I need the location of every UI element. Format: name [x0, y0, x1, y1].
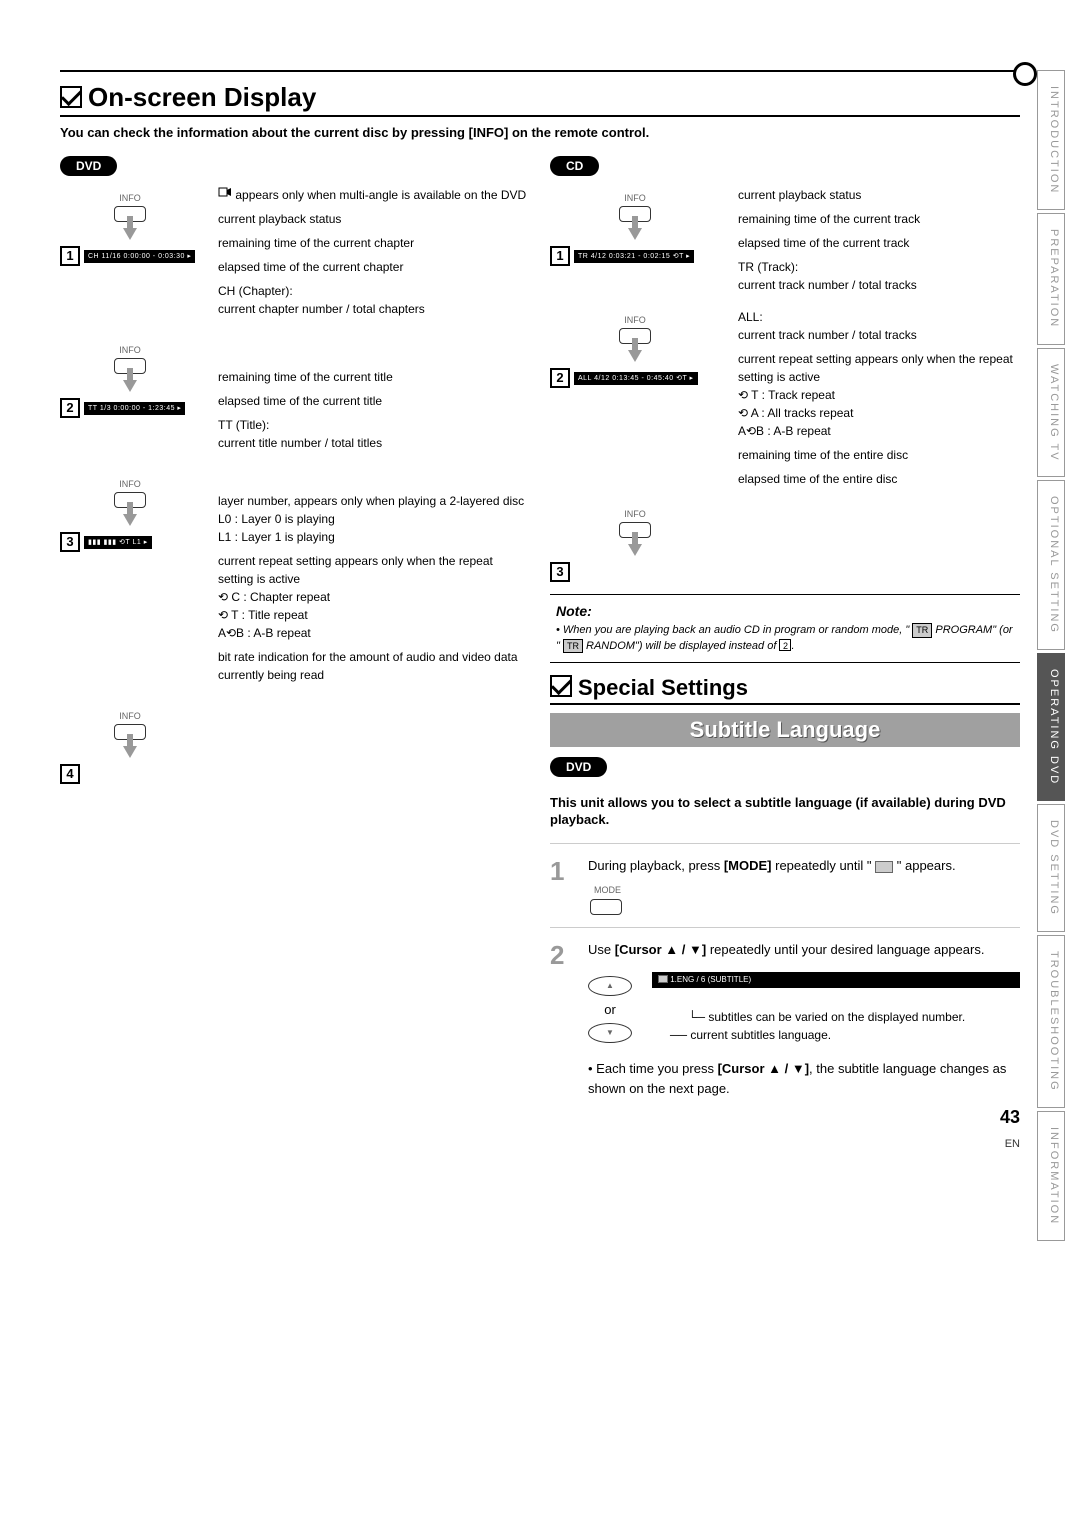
info-label: INFO [550, 314, 720, 327]
side-tabs: INTRODUCTION PREPARATION WATCHING TV OPT… [1037, 70, 1065, 1244]
page-number: 43 [1000, 1107, 1020, 1128]
cursor-up-icon: ▲ [588, 976, 632, 996]
subtitle-display: 1.ENG / 6 (SUBTITLE) [652, 972, 1020, 988]
cd-desc-1: current playback status remaining time o… [738, 186, 1020, 294]
arrow-down-icon [123, 746, 137, 758]
mode-button-icon [590, 899, 622, 915]
or-label: or [588, 1000, 632, 1020]
cd-label: CD [550, 156, 599, 176]
osd-title-text: On-screen Display [88, 82, 316, 112]
subtitle-mode-icon [875, 861, 893, 873]
step-1: 1 [60, 246, 80, 266]
checkbox-icon [60, 86, 82, 108]
dvd-display-2: TT 1/3 0:00:00 - 1:23:45 ▸ [84, 402, 185, 416]
side-tab-introduction: INTRODUCTION [1037, 70, 1065, 210]
header-rule [60, 70, 1020, 72]
dvd-desc-2: remaining time of the current title elap… [218, 368, 530, 452]
step-row-1: 1 During playback, press [MODE] repeated… [550, 843, 1020, 915]
step-2: 2 [60, 398, 80, 418]
cd-display-2: ALL 4/12 0:13:45 - 0:45:40 ⟲T ▸ [574, 372, 698, 386]
info-label: INFO [550, 192, 720, 205]
note-text: • When you are playing back an audio CD … [556, 623, 1014, 654]
arrow-down-icon [628, 228, 642, 240]
info-label: INFO [550, 508, 720, 521]
info-label: INFO [60, 478, 200, 491]
side-tab-preparation: PREPARATION [1037, 213, 1065, 344]
cd-column: CD INFO 1 TR 4/12 0:03:21 - 0:02:15 ⟲T ▸… [550, 156, 1020, 1098]
step-3: 3 [60, 532, 80, 552]
side-tab-optional-setting: OPTIONAL SETTING [1037, 480, 1065, 650]
cd-desc-2: ALL:current track number / total tracks … [738, 308, 1020, 488]
osd-title: On-screen Display [60, 82, 1020, 117]
step2-bullet: • Each time you press [Cursor ▲ / ▼], th… [588, 1059, 1020, 1098]
dvd-display-3: ▮▮▮ ▮▮▮ ⟲T L1 ▸ [84, 536, 152, 550]
dvd-desc-1: appears only when multi-angle is availab… [218, 186, 530, 318]
dvd-label-2: DVD [550, 757, 607, 777]
info-label: INFO [60, 344, 200, 357]
cd-step-3: 3 [550, 562, 570, 582]
camera-icon [218, 187, 232, 199]
side-tab-dvd-setting: DVD SETTING [1037, 804, 1065, 932]
side-tab-operating-dvd: OPERATING DVD [1037, 653, 1065, 801]
arrow-down-icon [123, 380, 137, 392]
special-intro: This unit allows you to select a subtitl… [550, 795, 1020, 829]
cursor-down-icon: ▼ [588, 1023, 632, 1043]
mode-label: MODE [594, 884, 1020, 898]
dvd-display-1: CH 11/16 0:00:00 - 0:03:30 ▸ [84, 250, 195, 264]
arrow-down-icon [123, 228, 137, 240]
checkbox-icon [550, 675, 572, 697]
dvd-label: DVD [60, 156, 117, 176]
language-code: EN [1005, 1138, 1020, 1150]
step2-text: Use [Cursor ▲ / ▼] repeatedly until your… [588, 940, 1020, 960]
info-label: INFO [60, 710, 200, 723]
callout-1: └─ subtitles can be varied on the displa… [688, 1008, 1020, 1026]
step-row-2: 2 Use [Cursor ▲ / ▼] repeatedly until yo… [550, 927, 1020, 1098]
special-title-text: Special Settings [578, 675, 748, 700]
step1-text: During playback, press [MODE] repeatedly… [588, 856, 1020, 876]
step-4: 4 [60, 764, 80, 784]
note-box: Note: • When you are playing back an aud… [550, 594, 1020, 663]
big-step-2: 2 [550, 940, 574, 1098]
dvd-column: DVD INFO 1 CH 11/16 0:00:00 - 0:03:30 ▸ … [60, 156, 530, 1098]
cd-display-1: TR 4/12 0:03:21 - 0:02:15 ⟲T ▸ [574, 250, 694, 264]
big-step-1: 1 [550, 856, 574, 915]
note-title: Note: [556, 603, 1014, 619]
step-ref-2: 2 [779, 639, 791, 651]
arrow-down-icon [628, 544, 642, 556]
side-tab-information: INFORMATION [1037, 1111, 1065, 1241]
tr-icon: TR [912, 623, 932, 638]
arrow-down-icon [628, 350, 642, 362]
dvd-desc-3: layer number, appears only when playing … [218, 492, 530, 684]
subtitle-banner: Subtitle Language [550, 713, 1020, 747]
subtitle-small-icon [658, 975, 668, 983]
cd-step-1: 1 [550, 246, 570, 266]
side-tab-troubleshooting: TROUBLESHOOTING [1037, 935, 1065, 1108]
callout-2: ── current subtitles language. [670, 1026, 1020, 1044]
cd-step-2: 2 [550, 368, 570, 388]
osd-intro: You can check the information about the … [60, 125, 1020, 142]
info-label: INFO [60, 192, 200, 205]
side-tab-watching-tv: WATCHING TV [1037, 348, 1065, 478]
arrow-down-icon [123, 514, 137, 526]
tr-icon: TR [563, 639, 583, 654]
special-title: Special Settings [550, 675, 1020, 705]
